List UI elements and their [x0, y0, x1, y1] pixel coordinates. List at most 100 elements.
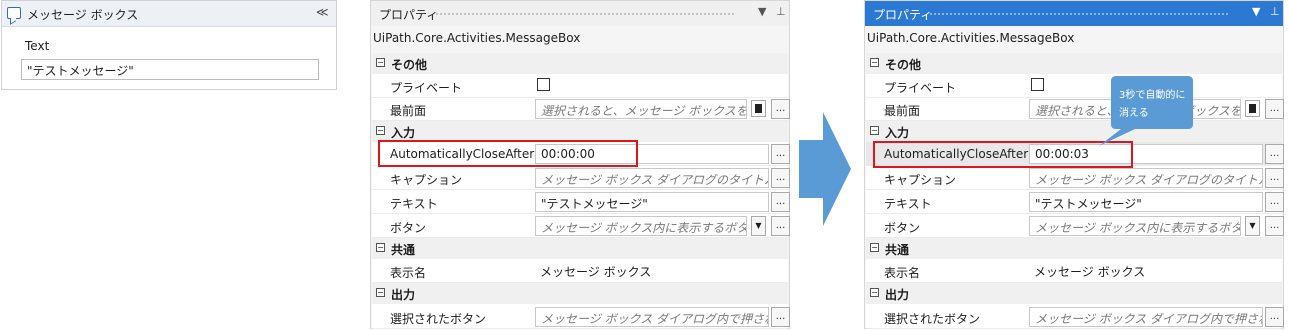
properties-header-active: プロパティ ▼ ⊥ [865, 1, 1283, 26]
property-row-chosen-button: 選択されたボタン メッセージ ボックス ダイアログ内で押されたボタン ... [372, 305, 790, 329]
collapse-toggle-icon[interactable]: − [870, 243, 879, 252]
category-input[interactable]: − 入力 [866, 121, 1282, 142]
collapse-toggle-icon[interactable]: − [870, 126, 879, 135]
ellipsis-button[interactable]: ... [771, 216, 790, 236]
property-row-topmost: 最前面 選択されると、メッセージ ボックスを常に前面 ... [372, 97, 790, 121]
dropdown-arrow-icon[interactable]: ▼ [1245, 216, 1260, 236]
private-checkbox[interactable] [1031, 78, 1044, 91]
collapse-icon[interactable]: ≪ [316, 5, 329, 19]
category-label: その他 [885, 58, 922, 72]
ellipsis-button[interactable]: ... [1265, 144, 1284, 164]
properties-title: プロパティ [379, 8, 439, 22]
property-name: 最前面 [884, 104, 921, 118]
property-name: 表示名 [884, 266, 921, 280]
property-grid: − その他 プライベート 最前面 選択されると、メッセージ ボックスを常に前面 … [372, 53, 790, 330]
category-common[interactable]: − 共通 [372, 238, 788, 259]
property-row-text: テキスト "テストメッセージ" ... [866, 190, 1284, 214]
property-name: テキスト [390, 197, 438, 211]
property-row-display-name: 表示名 メッセージ ボックス [372, 259, 788, 283]
collapse-toggle-icon[interactable]: − [870, 58, 879, 67]
category-label: 出力 [885, 288, 910, 302]
activity-class-name: UiPath.Core.Activities.MessageBox [867, 31, 1075, 45]
collapse-toggle-icon[interactable]: − [376, 243, 385, 252]
activity-card-header[interactable]: メッセージ ボックス ≪ [2, 1, 336, 27]
pin-icon[interactable]: ⊥ [776, 5, 786, 18]
property-name: プライベート [884, 81, 957, 95]
property-row-private: プライベート [866, 74, 1282, 98]
properties-title: プロパティ [873, 8, 933, 22]
text-input[interactable]: "テストメッセージ" [535, 192, 769, 212]
chosen-button-input[interactable]: メッセージ ボックス ダイアログ内で押されたボタン [535, 307, 769, 327]
caption-input[interactable]: メッセージ ボックス ダイアログのタイトルです。 [535, 168, 769, 188]
highlight-box-after [873, 141, 1133, 168]
property-row-caption: キャプション メッセージ ボックス ダイアログのタイトルです。 ... [372, 166, 790, 190]
chevron-down-icon[interactable]: ▼ [758, 5, 766, 18]
chosen-button-input[interactable]: メッセージ ボックス ダイアログ内で押されたボタン [1029, 307, 1263, 327]
ellipsis-button[interactable]: ... [1265, 307, 1284, 327]
text-input[interactable]: "テストメッセージ" [1029, 192, 1263, 212]
ellipsis-button[interactable]: ... [771, 99, 790, 119]
property-row-buttons: ボタン メッセージ ボックス内に表示するボタンを指定 ▼ ... [866, 214, 1284, 238]
collapse-toggle-icon[interactable]: − [376, 58, 385, 67]
ellipsis-button[interactable]: ... [1265, 192, 1284, 212]
collapse-toggle-icon[interactable]: − [870, 288, 879, 297]
property-name: テキスト [884, 197, 932, 211]
category-label: その他 [391, 58, 428, 72]
category-misc[interactable]: − その他 [372, 53, 788, 74]
private-checkbox[interactable] [537, 78, 550, 91]
header-grip [435, 12, 735, 17]
property-name: 選択されたボタン [390, 312, 487, 326]
display-name-input[interactable]: メッセージ ボックス [535, 261, 769, 281]
ellipsis-button[interactable]: ... [771, 144, 790, 164]
topmost-input[interactable]: 選択されると、メッセージ ボックスを常に前面 [535, 99, 747, 119]
toggle-square-icon[interactable] [751, 100, 766, 117]
chevron-down-icon[interactable]: ▼ [1252, 5, 1260, 18]
property-name: キャプション [884, 173, 957, 187]
ellipsis-button[interactable]: ... [1265, 216, 1284, 236]
activity-title: メッセージ ボックス [27, 8, 139, 22]
message-icon [7, 7, 21, 19]
category-input[interactable]: − 入力 [372, 121, 788, 142]
category-misc[interactable]: − その他 [866, 53, 1282, 74]
property-name: キャプション [390, 173, 463, 187]
callout-text: 3秒で自動的に消える [1119, 90, 1186, 119]
ellipsis-button[interactable]: ... [1265, 168, 1284, 188]
collapse-toggle-icon[interactable]: − [376, 126, 385, 135]
collapse-toggle-icon[interactable]: − [376, 288, 385, 297]
toggle-square-icon[interactable] [1245, 100, 1260, 117]
ellipsis-button[interactable]: ... [771, 192, 790, 212]
category-label: 共通 [391, 243, 416, 257]
right-arrow-icon [799, 112, 851, 226]
ellipsis-button[interactable]: ... [771, 307, 790, 327]
buttons-input[interactable]: メッセージ ボックス内に表示するボタンを指定 [1029, 216, 1241, 236]
text-field-label: Text [25, 39, 50, 53]
category-label: 入力 [885, 126, 910, 140]
message-box-activity-card[interactable]: メッセージ ボックス ≪ Text "テストメッセージ" [1, 0, 337, 90]
category-label: 共通 [885, 243, 910, 257]
property-name: 選択されたボタン [884, 312, 981, 326]
property-name: プライベート [390, 81, 463, 95]
buttons-input[interactable]: メッセージ ボックス内に表示するボタンを指定 [535, 216, 747, 236]
header-grip [929, 12, 1229, 17]
property-row-text: テキスト "テストメッセージ" ... [372, 190, 790, 214]
category-output[interactable]: − 出力 [372, 283, 788, 304]
property-row-topmost: 最前面 選択されると、メッセージ ボックスを常に前面 ... [866, 97, 1284, 121]
dropdown-arrow-icon[interactable]: ▼ [751, 216, 766, 236]
property-row-buttons: ボタン メッセージ ボックス内に表示するボタンを指定 ▼ ... [372, 214, 790, 238]
property-name: ボタン [884, 221, 921, 235]
caption-input[interactable]: メッセージ ボックス ダイアログのタイトルです。 [1029, 168, 1263, 188]
category-label: 出力 [391, 288, 416, 302]
property-row-display-name: 表示名 メッセージ ボックス [866, 259, 1282, 283]
property-row-caption: キャプション メッセージ ボックス ダイアログのタイトルです。 ... [866, 166, 1284, 190]
property-grid: − その他 プライベート 最前面 選択されると、メッセージ ボックスを常に前面 … [866, 53, 1284, 330]
text-field-input[interactable]: "テストメッセージ" [21, 59, 319, 80]
category-output[interactable]: − 出力 [866, 283, 1282, 304]
property-row-private: プライベート [372, 74, 788, 98]
property-row-chosen-button: 選択されたボタン メッセージ ボックス ダイアログ内で押されたボタン ... [866, 305, 1284, 329]
category-common[interactable]: − 共通 [866, 238, 1282, 259]
ellipsis-button[interactable]: ... [771, 168, 790, 188]
activity-class-name: UiPath.Core.Activities.MessageBox [373, 31, 581, 45]
pin-icon[interactable]: ⊥ [1270, 5, 1280, 18]
display-name-input[interactable]: メッセージ ボックス [1029, 261, 1263, 281]
ellipsis-button[interactable]: ... [1265, 99, 1284, 119]
